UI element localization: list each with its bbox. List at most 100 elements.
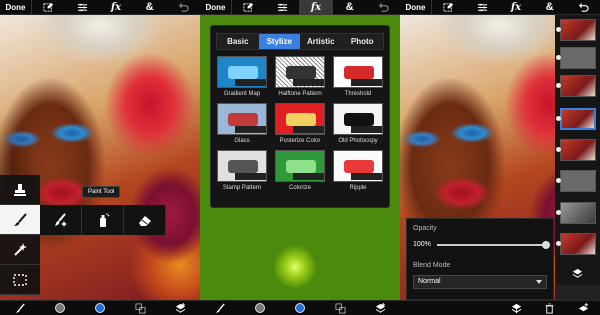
- done-button[interactable]: Done: [400, 0, 432, 15]
- background-color-button[interactable]: [40, 301, 80, 315]
- layer-thumbnail[interactable]: [560, 233, 596, 255]
- layers-button[interactable]: [360, 301, 400, 315]
- paint-options-row: [40, 205, 166, 235]
- foreground-color-button[interactable]: [80, 301, 120, 315]
- filter-ripple[interactable]: Ripple: [332, 150, 384, 194]
- layer-thumbnail[interactable]: [560, 139, 596, 161]
- filter-gradient-map[interactable]: Gradient Map: [216, 56, 268, 100]
- opacity-slider-handle[interactable]: [542, 241, 550, 249]
- layer-thumbnail[interactable]: [560, 19, 596, 41]
- tab-stylize[interactable]: Stylize: [258, 34, 300, 49]
- blend-mode-select[interactable]: Normal: [413, 275, 547, 289]
- layers-stack-button[interactable]: [555, 263, 600, 283]
- healing-brush-button[interactable]: [40, 205, 82, 235]
- undo-button[interactable]: [566, 0, 600, 15]
- paint-tool-button[interactable]: [0, 205, 40, 235]
- blend-layers-button[interactable]: &: [333, 0, 367, 15]
- selection-icon: [443, 2, 454, 12]
- add-layer-button[interactable]: [567, 301, 600, 315]
- undo-icon: [578, 2, 589, 12]
- swap-colors-button[interactable]: [320, 301, 360, 315]
- filter-colorize[interactable]: Colorize: [274, 150, 326, 194]
- layer-visibility-dot[interactable]: [556, 116, 561, 121]
- swap-colors-icon: [334, 302, 346, 314]
- magic-wand-tool-button[interactable]: [0, 235, 40, 265]
- spray-tool-button[interactable]: [82, 205, 124, 235]
- marquee-icon: [13, 273, 27, 286]
- filter-label: Glass: [234, 138, 250, 144]
- filter-thumbnail: [275, 103, 325, 135]
- layer-visibility-dot[interactable]: [556, 147, 561, 152]
- selection-tool-button[interactable]: [32, 0, 66, 15]
- sliders-icon: [477, 3, 487, 11]
- layer-visibility-dot[interactable]: [556, 241, 561, 246]
- effects-button[interactable]: fx: [99, 0, 133, 15]
- filter-panel: Basic Stylize Artistic Photo Gradient Ma…: [210, 25, 390, 208]
- background-color-button[interactable]: [240, 301, 280, 315]
- blend-layers-button[interactable]: &: [533, 0, 567, 15]
- stamp-tool-button[interactable]: [0, 175, 40, 205]
- opacity-slider[interactable]: [437, 241, 550, 249]
- layer-visibility-dot[interactable]: [556, 27, 561, 32]
- merge-layer-button[interactable]: [500, 301, 533, 315]
- layer-thumbnail[interactable]: [560, 47, 596, 69]
- layer-visibility-dot[interactable]: [556, 178, 561, 183]
- swap-colors-button[interactable]: [120, 301, 160, 315]
- tab-basic[interactable]: Basic: [217, 34, 259, 49]
- undo-icon: [378, 2, 389, 12]
- layers-list: [555, 15, 600, 285]
- done-button[interactable]: Done: [200, 0, 232, 15]
- eraser-tool-button[interactable]: [124, 205, 166, 235]
- layer-visibility-dot[interactable]: [556, 83, 561, 88]
- filter-thumbnail: [217, 56, 267, 88]
- merge-layers-icon: [511, 303, 522, 313]
- bottom-spacer: [400, 301, 500, 315]
- foreground-color-button[interactable]: [280, 301, 320, 315]
- filter-thumbnail: [275, 56, 325, 88]
- selection-tool-button[interactable]: [232, 0, 266, 15]
- selection-icon: [43, 2, 54, 12]
- blend-layers-button[interactable]: &: [133, 0, 167, 15]
- tab-photo[interactable]: Photo: [342, 34, 384, 49]
- adjustments-button[interactable]: [266, 0, 300, 15]
- selection-tool-button[interactable]: [432, 0, 466, 15]
- filter-posterize-color[interactable]: Posterize Color: [274, 103, 326, 147]
- layer-visibility-dot[interactable]: [556, 210, 561, 215]
- layer-thumbnail-selected[interactable]: [560, 108, 596, 130]
- layers-button[interactable]: [160, 301, 200, 315]
- filter-glass[interactable]: Glass: [216, 103, 268, 147]
- trash-icon: [546, 302, 554, 314]
- marquee-tool-button[interactable]: [0, 265, 40, 295]
- swap-colors-icon: [134, 302, 146, 314]
- layer-thumbnail[interactable]: [560, 202, 596, 224]
- stamp-icon: [14, 183, 26, 196]
- background-color-swatch: [55, 303, 65, 313]
- layer-properties-panel: Opacity 100% Blend Mode Normal: [406, 218, 554, 300]
- layer-visibility-dot[interactable]: [556, 55, 561, 60]
- filter-stamp-pattern[interactable]: Stamp Pattern: [216, 150, 268, 194]
- undo-button[interactable]: [166, 0, 200, 15]
- adjustments-button[interactable]: [66, 0, 100, 15]
- brush-settings-button[interactable]: [0, 301, 40, 315]
- filter-threshold[interactable]: Threshold: [332, 56, 384, 100]
- layers-icon: [572, 268, 583, 278]
- layer-thumbnail[interactable]: [560, 170, 596, 192]
- done-button[interactable]: Done: [0, 0, 32, 15]
- tab-artistic[interactable]: Artistic: [300, 34, 342, 49]
- opacity-value: 100%: [413, 241, 431, 248]
- bottom-toolbar: [0, 300, 200, 315]
- brush-settings-button[interactable]: [200, 301, 240, 315]
- effects-button[interactable]: fx: [499, 0, 533, 15]
- filter-label: Gradient Map: [223, 91, 261, 97]
- filter-halftone-pattern[interactable]: Halftone Pattern: [274, 56, 326, 100]
- brush-icon: [14, 212, 27, 226]
- layer-thumbnail[interactable]: [560, 75, 596, 97]
- foreground-color-swatch: [95, 303, 105, 313]
- effects-button[interactable]: fx: [299, 0, 333, 15]
- background-color-swatch: [255, 303, 265, 313]
- adjustments-button[interactable]: [466, 0, 500, 15]
- sliders-icon: [77, 3, 87, 11]
- filter-old-photocopy[interactable]: Old Photocopy: [332, 103, 384, 147]
- delete-layer-button[interactable]: [533, 301, 566, 315]
- undo-button[interactable]: [366, 0, 400, 15]
